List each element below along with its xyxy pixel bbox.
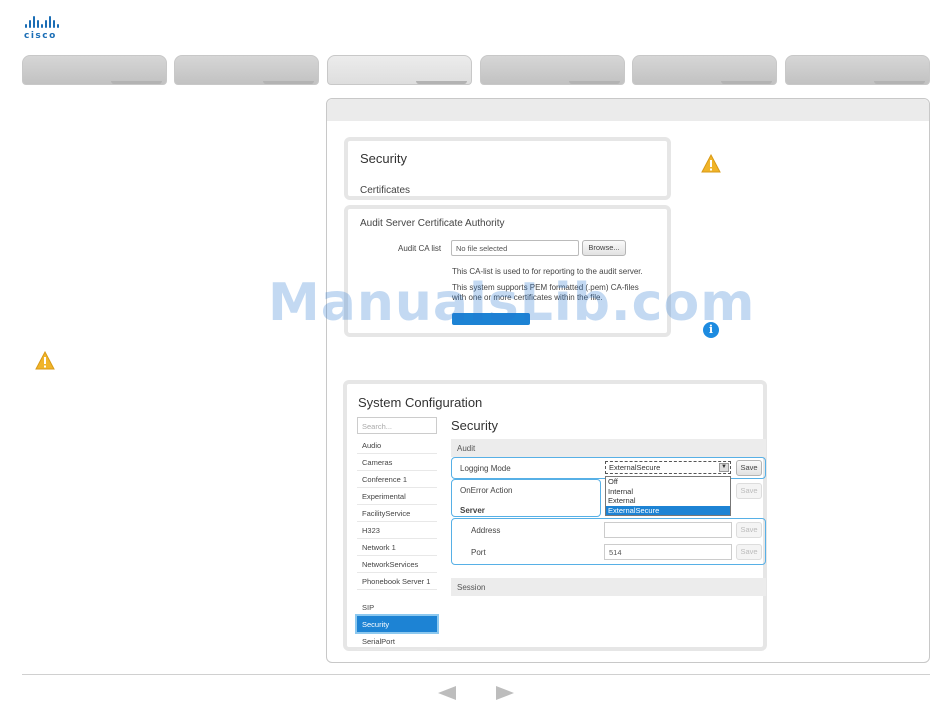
cisco-wordmark: cisco bbox=[24, 31, 57, 41]
security-page-title: Security bbox=[451, 418, 498, 433]
option-externalsecure[interactable]: ExternalSecure bbox=[606, 505, 730, 515]
watermark: ManualsLib.com bbox=[268, 273, 756, 333]
logging-mode-save-button[interactable]: Save bbox=[736, 460, 762, 476]
chevron-down-icon[interactable]: ▼ bbox=[719, 463, 729, 472]
panel-header bbox=[327, 99, 929, 121]
logging-mode-select[interactable]: ExternalSecure ▼ bbox=[605, 461, 731, 474]
menu-item-network[interactable]: Network 1 bbox=[357, 539, 437, 556]
option-internal[interactable]: Internal bbox=[606, 487, 730, 497]
address-label: Address bbox=[471, 526, 501, 535]
previous-page-icon[interactable] bbox=[438, 686, 456, 700]
option-off[interactable]: Off bbox=[606, 477, 730, 487]
certificates-tab[interactable]: Certificates bbox=[360, 185, 410, 196]
tab-6[interactable] bbox=[785, 55, 930, 85]
cisco-bars-icon bbox=[25, 16, 70, 28]
top-tab-bar bbox=[22, 55, 930, 85]
menu-item-serialport[interactable]: SerialPort bbox=[357, 633, 437, 650]
menu-item-h323[interactable]: H323 bbox=[357, 522, 437, 539]
menu-item-security[interactable]: Security bbox=[355, 614, 439, 634]
browse-button[interactable]: Browse... bbox=[582, 240, 626, 256]
menu-item-conference[interactable]: Conference 1 bbox=[357, 471, 437, 488]
info-icon: i bbox=[703, 322, 719, 338]
logging-mode-dropdown[interactable]: Off Internal External ExternalSecure bbox=[605, 476, 731, 516]
address-save-button[interactable]: Save bbox=[736, 522, 762, 538]
footer-divider bbox=[22, 674, 930, 675]
ca-list-label: Audit CA list bbox=[398, 244, 442, 253]
ca-section-title: Audit Server Certificate Authority bbox=[360, 218, 505, 229]
warning-icon bbox=[35, 351, 55, 370]
session-header: Session bbox=[451, 578, 766, 596]
next-page-icon[interactable] bbox=[496, 686, 514, 700]
warning-icon bbox=[701, 154, 721, 173]
ca-file-input[interactable]: No file selected bbox=[451, 240, 579, 256]
logging-mode-value: ExternalSecure bbox=[609, 463, 661, 472]
menu-item-facilityservice[interactable]: FacilityService bbox=[357, 505, 437, 522]
audit-header: Audit bbox=[451, 439, 766, 457]
port-input[interactable]: 514 bbox=[604, 544, 732, 560]
menu-item-audio[interactable]: Audio bbox=[357, 437, 437, 454]
system-config-title: System Configuration bbox=[358, 395, 483, 410]
port-label: Port bbox=[471, 548, 486, 557]
option-external[interactable]: External bbox=[606, 496, 730, 506]
tab-4[interactable] bbox=[480, 55, 625, 85]
onerror-label: OnError Action bbox=[460, 486, 513, 495]
tab-2[interactable] bbox=[174, 55, 319, 85]
cisco-logo: cisco bbox=[24, 16, 70, 42]
menu-item-cameras[interactable]: Cameras bbox=[357, 454, 437, 471]
onerror-save-button[interactable]: Save bbox=[736, 483, 762, 499]
search-input[interactable]: Search... bbox=[357, 417, 437, 434]
tab-5[interactable] bbox=[632, 55, 777, 85]
port-save-button[interactable]: Save bbox=[736, 544, 762, 560]
server-label: Server bbox=[460, 506, 485, 515]
tab-1[interactable] bbox=[22, 55, 167, 85]
menu-item-networkservices[interactable]: NetworkServices bbox=[357, 556, 437, 573]
logging-mode-label: Logging Mode bbox=[460, 464, 511, 473]
security-title: Security bbox=[360, 151, 407, 166]
address-input[interactable] bbox=[604, 522, 732, 538]
tab-3-active[interactable] bbox=[327, 55, 472, 85]
menu-item-phonebook[interactable]: Phonebook Server 1 bbox=[357, 573, 437, 590]
menu-item-experimental[interactable]: Experimental bbox=[357, 488, 437, 505]
